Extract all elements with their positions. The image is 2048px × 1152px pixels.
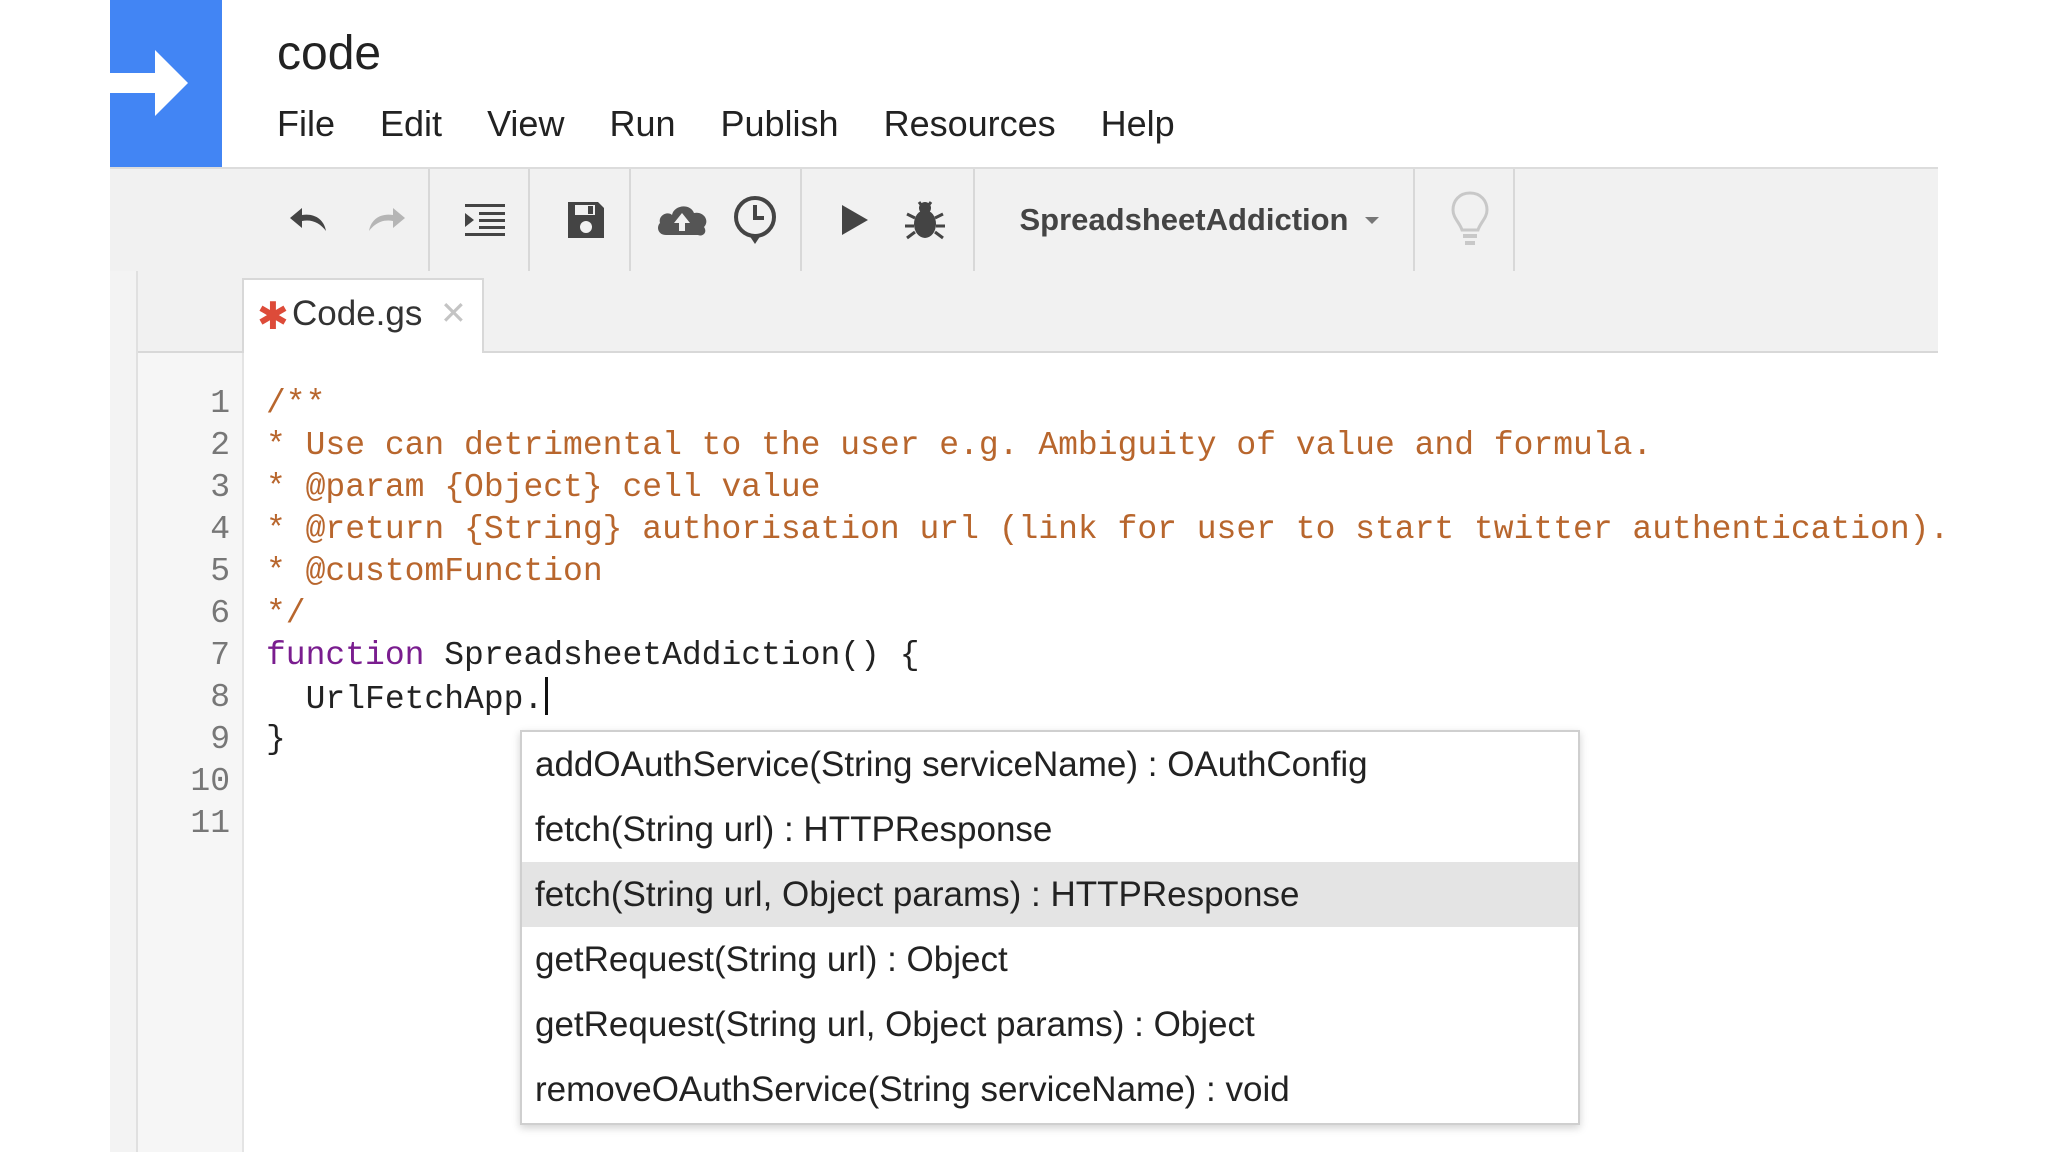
menu-file[interactable]: File — [277, 100, 335, 148]
menubar: File Edit View Run Publish Resources Hel… — [277, 100, 1220, 148]
code-line: } — [266, 721, 286, 758]
debug-button[interactable] — [890, 169, 960, 271]
menu-run[interactable]: Run — [609, 100, 675, 148]
line-number: 4 — [210, 511, 230, 548]
autocomplete-item[interactable]: fetch(String url) : HTTPResponse — [522, 797, 1578, 862]
close-icon[interactable]: ✕ — [440, 294, 467, 332]
code-line: UrlFetchApp. — [266, 677, 549, 721]
triggers-button[interactable] — [720, 169, 790, 271]
autocomplete-item[interactable]: removeOAuthService(String serviceName) :… — [522, 1057, 1578, 1122]
menu-edit[interactable]: Edit — [380, 100, 442, 148]
toolbar-divider — [1413, 169, 1415, 271]
toolbar-divider — [629, 169, 631, 271]
chevron-down-icon — [1364, 217, 1379, 224]
save-button[interactable] — [544, 169, 628, 271]
code-line: /** — [266, 385, 326, 422]
line-number: 11 — [190, 805, 230, 842]
unsaved-indicator: ✱ — [257, 296, 289, 338]
text-cursor — [545, 677, 549, 715]
redo-icon — [369, 208, 405, 231]
menu-resources[interactable]: Resources — [884, 100, 1056, 148]
toolbar-divider — [428, 169, 430, 271]
autocomplete-item-selected[interactable]: fetch(String url, Object params) : HTTPR… — [522, 862, 1578, 927]
code-line: * @customFunction — [266, 553, 603, 590]
line-number: 3 — [210, 469, 230, 506]
run-button[interactable] — [820, 169, 890, 271]
undo-button[interactable] — [280, 169, 340, 271]
file-panel-edge — [110, 271, 138, 1152]
tips-button[interactable] — [1430, 169, 1510, 271]
line-number: 6 — [210, 595, 230, 632]
function-select[interactable]: SpreadsheetAddiction — [990, 169, 1410, 271]
line-number: 2 — [210, 427, 230, 464]
menu-view[interactable]: View — [487, 100, 564, 148]
tab-code-gs[interactable]: ✱ Code.gs ✕ — [242, 278, 484, 353]
menu-publish[interactable]: Publish — [721, 100, 839, 148]
toolbar-divider — [528, 169, 530, 271]
save-icon — [568, 202, 604, 238]
code-line: */ — [266, 595, 306, 632]
code-line: function SpreadsheetAddiction() { — [266, 635, 920, 677]
code-token: SpreadsheetAddiction() { — [424, 637, 920, 674]
indent-button[interactable] — [445, 169, 525, 271]
indent-icon — [465, 204, 505, 236]
tab-label: Code.gs — [292, 294, 423, 333]
arrow-right-icon — [110, 50, 188, 116]
run-play-icon — [842, 205, 868, 235]
autocomplete-item[interactable]: addOAuthService(String serviceName) : OA… — [522, 732, 1578, 797]
debug-bug-icon — [905, 201, 945, 240]
autocomplete-popup: addOAuthService(String serviceName) : OA… — [520, 730, 1580, 1125]
keyword-token: function — [266, 637, 425, 674]
line-number: 1 — [210, 385, 230, 422]
autocomplete-item[interactable]: getRequest(String url) : Object — [522, 927, 1578, 992]
line-number: 7 — [210, 637, 230, 674]
line-number: 8 — [210, 679, 230, 716]
menu-help[interactable]: Help — [1101, 100, 1175, 148]
deploy-button[interactable] — [647, 169, 717, 271]
apps-script-logo[interactable] — [110, 0, 222, 167]
code-line: * @return {String} authorisation url (li… — [266, 511, 1950, 548]
toolbar-divider — [800, 169, 802, 271]
code-line: * @param {Object} cell value — [266, 469, 821, 506]
autocomplete-item[interactable]: getRequest(String url, Object params) : … — [522, 992, 1578, 1057]
toolbar-divider — [1513, 169, 1515, 271]
function-select-value: SpreadsheetAddiction — [1019, 202, 1349, 237]
undo-icon — [290, 208, 326, 231]
toolbar-divider — [973, 169, 975, 271]
line-number: 9 — [210, 721, 230, 758]
redo-button[interactable] — [355, 169, 415, 271]
line-number: 5 — [210, 553, 230, 590]
line-number-gutter: 1 2 3 4 5 6 7 8 9 10 11 — [138, 353, 244, 1152]
code-token: UrlFetchApp. — [266, 681, 544, 718]
triggers-clock-icon — [734, 196, 776, 244]
deploy-cloud-icon — [658, 206, 707, 236]
lightbulb-icon — [1451, 191, 1489, 245]
code-line: * Use can detrimental to the user e.g. A… — [266, 427, 1653, 464]
project-title[interactable]: code — [277, 26, 381, 82]
toolbar: SpreadsheetAddiction — [110, 167, 1938, 273]
line-number: 10 — [190, 763, 230, 800]
